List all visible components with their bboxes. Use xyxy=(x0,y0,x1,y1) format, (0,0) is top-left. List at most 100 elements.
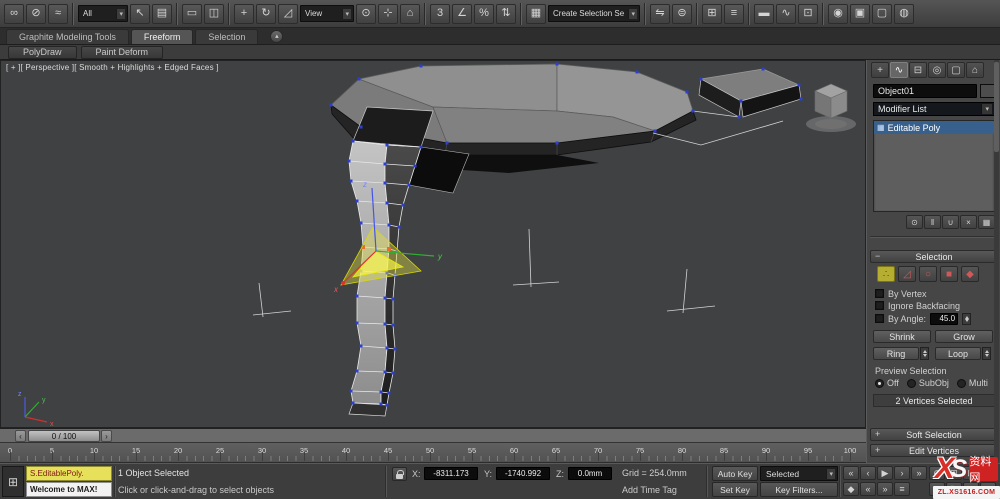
percent-snap-icon[interactable]: % xyxy=(474,3,494,24)
vertex-subobject-icon[interactable]: ∴ xyxy=(877,266,895,282)
ring-button[interactable]: Ring xyxy=(873,347,919,360)
render-production-icon[interactable]: ◍ xyxy=(894,3,914,24)
key-filters-button[interactable]: Key Filters... xyxy=(760,482,838,497)
x-coord-field[interactable]: -8311.173 xyxy=(424,467,478,480)
snaps-toggle-icon[interactable]: 3 xyxy=(430,3,450,24)
schematic-view-icon[interactable]: ⊡ xyxy=(798,3,818,24)
render-setup-icon[interactable]: ▣ xyxy=(850,3,870,24)
loop-button[interactable]: Loop xyxy=(935,347,981,360)
display-tab-icon[interactable]: ▢ xyxy=(947,62,965,78)
previous-frame-button[interactable]: ‹ xyxy=(860,466,876,480)
toggle-scene-explorer-icon[interactable]: ⊞ xyxy=(702,3,722,24)
modifier-list-dropdown[interactable]: Modifier List ▾ xyxy=(873,102,995,116)
tab-freeform[interactable]: Freeform xyxy=(130,29,194,44)
material-editor-icon[interactable]: ◉ xyxy=(828,3,848,24)
auto-key-button[interactable]: Auto Key xyxy=(712,466,758,481)
loop-spinner[interactable] xyxy=(982,347,991,360)
viewcube[interactable] xyxy=(806,83,856,132)
rectangular-selection-region-icon[interactable]: ▭ xyxy=(182,3,202,24)
utilities-tab-icon[interactable]: ⌂ xyxy=(966,62,984,78)
next-frame-arrow[interactable]: › xyxy=(101,430,112,442)
viewport-3d-scene[interactable]: x y z x y z xyxy=(1,61,866,428)
angle-spinner[interactable] xyxy=(962,312,972,325)
key-mode-toggle-button[interactable]: ◆ xyxy=(843,482,859,496)
edge-subobject-icon[interactable]: ◿ xyxy=(898,266,916,282)
layer-manager-icon[interactable]: ≡ xyxy=(724,3,744,24)
tab-graphite-modeling-tools[interactable]: Graphite Modeling Tools xyxy=(6,29,129,44)
tab-selection[interactable]: Selection xyxy=(195,29,259,44)
mini-listener-output-line[interactable]: Welcome to MAX! xyxy=(26,482,112,497)
panel-polydraw[interactable]: PolyDraw xyxy=(8,45,77,59)
shrink-button[interactable]: Shrink xyxy=(873,330,931,343)
time-slider-handle[interactable]: 0 / 100 xyxy=(28,430,100,442)
edit-named-selection-sets-icon[interactable]: ▦ xyxy=(526,3,546,24)
ring-spinner[interactable] xyxy=(920,347,929,360)
element-subobject-icon[interactable]: ◆ xyxy=(961,266,979,282)
unlink-selection-icon[interactable]: ⊘ xyxy=(26,3,46,24)
soft-selection-rollout-header[interactable]: + Soft Selection xyxy=(870,428,998,441)
go-to-start-button[interactable]: « xyxy=(843,466,859,480)
perspective-viewport[interactable]: x y z x y z [ + ][ Perspective ][ Smooth… xyxy=(0,60,866,428)
select-object-icon[interactable]: ↖ xyxy=(130,3,150,24)
rollout-collapse-icon[interactable]: − xyxy=(875,251,880,261)
selection-lock-toggle[interactable] xyxy=(392,467,407,481)
grow-button[interactable]: Grow xyxy=(935,330,993,343)
object-color-swatch[interactable] xyxy=(980,84,995,98)
bind-to-space-warp-icon[interactable]: ≈ xyxy=(48,3,68,24)
select-and-scale-icon[interactable]: ◿ xyxy=(278,3,298,24)
selection-filter-dropdown[interactable]: All ▾ xyxy=(78,5,128,22)
create-tab-icon[interactable]: + xyxy=(871,62,889,78)
set-key-button[interactable]: Set Key xyxy=(712,482,758,497)
next-frame-button[interactable]: › xyxy=(894,466,910,480)
mini-listener-macro-line[interactable]: S.EditablePoly. xyxy=(26,466,112,481)
y-coord-field[interactable]: -1740.992 xyxy=(496,467,550,480)
maxscript-mini-listener-icon[interactable]: ⊞ xyxy=(2,466,24,497)
spinner-snap-icon[interactable]: ⇅ xyxy=(496,3,516,24)
select-and-manipulate-icon[interactable]: ⊹ xyxy=(378,3,398,24)
by-vertex-checkbox[interactable] xyxy=(875,289,884,298)
play-animation-button[interactable]: ▶ xyxy=(877,466,893,480)
named-selection-sets-dropdown[interactable]: Create Selection Se ▾ xyxy=(548,5,640,22)
scrollbar-thumb[interactable] xyxy=(994,62,999,152)
hierarchy-tab-icon[interactable]: ⊟ xyxy=(909,62,927,78)
modifier-stack[interactable]: ▦ Editable Poly xyxy=(873,120,995,212)
by-angle-checkbox[interactable] xyxy=(875,314,884,323)
border-subobject-icon[interactable]: ○ xyxy=(919,266,937,282)
preview-subobj-radio[interactable] xyxy=(906,378,916,388)
stack-item-editable-poly[interactable]: ▦ Editable Poly xyxy=(874,121,994,134)
angle-value-field[interactable]: 45.0 xyxy=(930,312,959,325)
curve-editor-icon[interactable]: ∿ xyxy=(776,3,796,24)
rendered-frame-window-icon[interactable]: ▢ xyxy=(872,3,892,24)
pin-stack-button[interactable]: ⊙ xyxy=(906,215,923,229)
previous-key-button[interactable]: « xyxy=(860,482,876,496)
remove-modifier-button[interactable]: × xyxy=(960,215,977,229)
select-by-name-icon[interactable]: ▤ xyxy=(152,3,172,24)
viewport-label[interactable]: [ + ][ Perspective ][ Smooth + Highlight… xyxy=(6,63,219,72)
z-coord-field[interactable]: 0.0mm xyxy=(568,467,612,480)
use-pivot-center-icon[interactable]: ⊙ xyxy=(356,3,376,24)
selection-rollout-header[interactable]: − Selection xyxy=(870,250,998,263)
time-configuration-button[interactable]: ≡ xyxy=(894,482,910,496)
make-unique-button[interactable]: ∪ xyxy=(942,215,959,229)
show-end-result-button[interactable]: ‖ xyxy=(924,215,941,229)
preview-multi-radio[interactable] xyxy=(956,378,966,388)
rollout-expand-icon[interactable]: + xyxy=(875,445,880,455)
graphite-ribbon-toggle-icon[interactable]: ▬ xyxy=(754,3,774,24)
previous-frame-arrow[interactable]: ‹ xyxy=(15,430,26,442)
add-time-tag[interactable]: Add Time Tag xyxy=(622,485,677,495)
rollout-expand-icon[interactable]: + xyxy=(875,429,880,439)
ribbon-minimize-button[interactable]: ▴ xyxy=(270,29,284,43)
track-bar[interactable]: 0 5 10 15 20 25 30 35 40 45 50 55 60 65 70 75 80 85 90 95 10… xyxy=(0,443,866,463)
go-to-end-button[interactable]: » xyxy=(911,466,927,480)
motion-tab-icon[interactable]: ◎ xyxy=(928,62,946,78)
align-icon[interactable]: ⊜ xyxy=(672,3,692,24)
configure-modifier-sets-button[interactable]: ▦ xyxy=(978,215,995,229)
select-and-rotate-icon[interactable]: ↻ xyxy=(256,3,276,24)
select-and-move-icon[interactable]: + xyxy=(234,3,254,24)
ignore-backfacing-checkbox[interactable] xyxy=(875,301,884,310)
modify-tab-icon[interactable]: ∿ xyxy=(890,62,908,78)
time-slider[interactable]: ‹ 0 / 100 › xyxy=(0,428,866,443)
select-and-link-icon[interactable]: ∞ xyxy=(4,3,24,24)
panel-scrollbar[interactable] xyxy=(994,60,999,463)
window-crossing-toggle-icon[interactable]: ◫ xyxy=(204,3,224,24)
